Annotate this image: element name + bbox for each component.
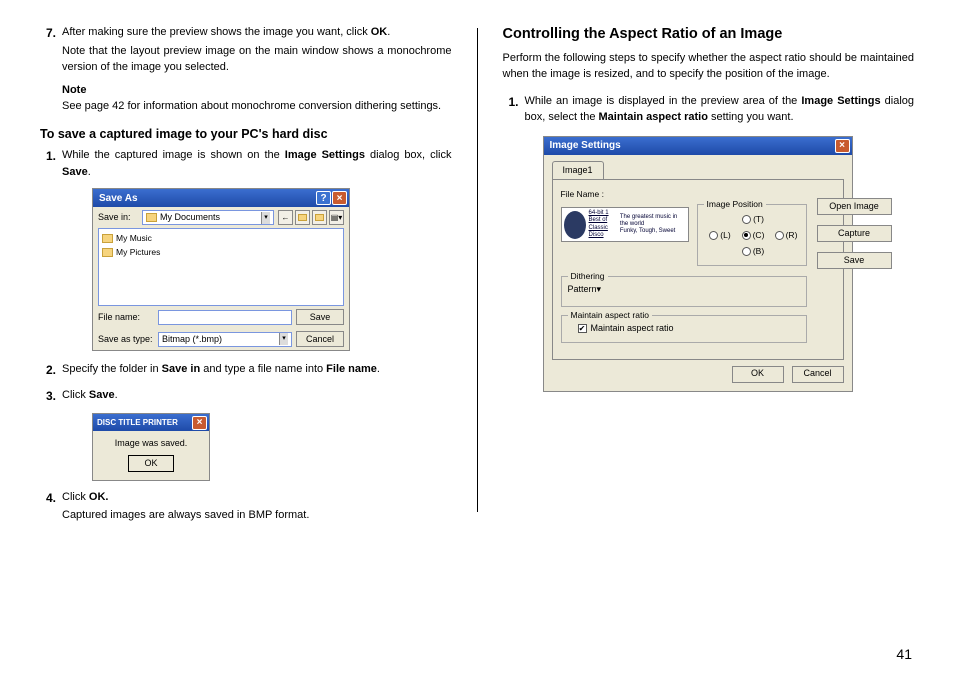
list-item: My Pictures [102, 246, 340, 259]
step7-num: 7. [40, 24, 62, 115]
chevron-down-icon: ▾ [261, 212, 270, 224]
cancel-button[interactable]: Cancel [296, 331, 344, 347]
filename-input[interactable] [158, 310, 292, 325]
ok-button[interactable]: OK [128, 455, 174, 472]
note-heading: Note [62, 82, 452, 99]
msg-text: Image was saved. [99, 437, 203, 451]
radio-bottom[interactable]: (B) [742, 245, 764, 258]
savein-select[interactable]: My Documents ▾ [142, 210, 274, 225]
savetype-select[interactable]: Bitmap (*.bmp)▾ [158, 332, 292, 347]
tab-image1[interactable]: Image1 [552, 161, 604, 180]
step3-num: 3. [40, 387, 62, 405]
save-section-heading: To save a captured image to your PC's ha… [40, 125, 452, 144]
help-button[interactable]: ? [316, 191, 331, 205]
page-number: 41 [896, 646, 912, 662]
list-item: My Music [102, 232, 340, 245]
step7-text: After making sure the preview shows the … [62, 24, 452, 115]
new-folder-icon[interactable] [312, 210, 327, 225]
imgdlg-title: Image Settings [550, 138, 621, 153]
radio-right[interactable]: (R) [775, 229, 798, 242]
radio-center[interactable]: (C) [742, 229, 765, 242]
step2-num: 2. [40, 361, 62, 379]
note-text: See page 42 for information about monoch… [62, 98, 452, 115]
mar-group-title: Maintain aspect ratio [568, 309, 652, 322]
close-icon[interactable]: × [332, 191, 347, 205]
cancel-button[interactable]: Cancel [792, 366, 844, 383]
savein-label: Save in: [98, 211, 138, 225]
savetype-label: Save as type: [98, 333, 154, 347]
chevron-down-icon: ▾ [597, 284, 602, 294]
image-preview: 64-bit 1Best ofClassic Disco The greates… [561, 207, 689, 242]
step2-text: Specify the folder in Save in and type a… [62, 361, 452, 379]
filename-label: File Name : [561, 188, 807, 201]
image-settings-dialog: Image Settings × Image1 File Name : 64-b… [543, 136, 853, 392]
capture-button[interactable]: Capture [817, 225, 892, 242]
close-icon[interactable]: × [835, 139, 850, 153]
radio-top[interactable]: (T) [742, 213, 764, 226]
open-image-button[interactable]: Open Image [817, 198, 892, 215]
folder-icon [102, 248, 113, 257]
step1-num: 1. [40, 147, 62, 180]
up-folder-icon[interactable] [295, 210, 310, 225]
dither-select[interactable]: Pattern▾ [568, 283, 678, 300]
back-icon[interactable]: ← [278, 210, 293, 225]
close-icon[interactable]: × [192, 416, 207, 430]
saveas-dialog: Save As ? × Save in: My Documents ▾ ← ▤▾… [92, 188, 350, 351]
r-step1-text: While an image is displayed in the previ… [525, 93, 915, 126]
view-menu-icon[interactable]: ▤▾ [329, 210, 344, 225]
section-heading: Controlling the Aspect Ratio of an Image [503, 24, 915, 46]
mar-label: Maintain aspect ratio [591, 322, 674, 336]
intro-text: Perform the following steps to specify w… [503, 50, 915, 83]
dither-group-title: Dithering [568, 270, 608, 283]
chevron-down-icon: ▾ [279, 333, 288, 345]
filename-label: File name: [98, 311, 154, 325]
pos-group-title: Image Position [704, 198, 766, 211]
msg-title: DISC TITLE PRINTER [97, 417, 178, 429]
save-button[interactable]: Save [817, 252, 892, 269]
saveas-title: Save As [99, 191, 138, 206]
step1-text: While the captured image is shown on the… [62, 147, 452, 180]
mar-checkbox[interactable]: ✔ [578, 324, 587, 333]
folder-icon [102, 234, 113, 243]
preview-thumbnail [564, 211, 586, 239]
message-dialog: DISC TITLE PRINTER × Image was saved. OK [92, 413, 210, 481]
ok-button[interactable]: OK [732, 366, 784, 383]
save-button[interactable]: Save [296, 309, 344, 325]
file-list[interactable]: My Music My Pictures [98, 228, 344, 306]
radio-left[interactable]: (L) [709, 229, 730, 242]
r-step1-num: 1. [503, 93, 525, 126]
step3-text: Click Save. [62, 387, 452, 405]
step4-num: 4. [40, 489, 62, 524]
step4-text: Click OK. Captured images are always sav… [62, 489, 452, 524]
